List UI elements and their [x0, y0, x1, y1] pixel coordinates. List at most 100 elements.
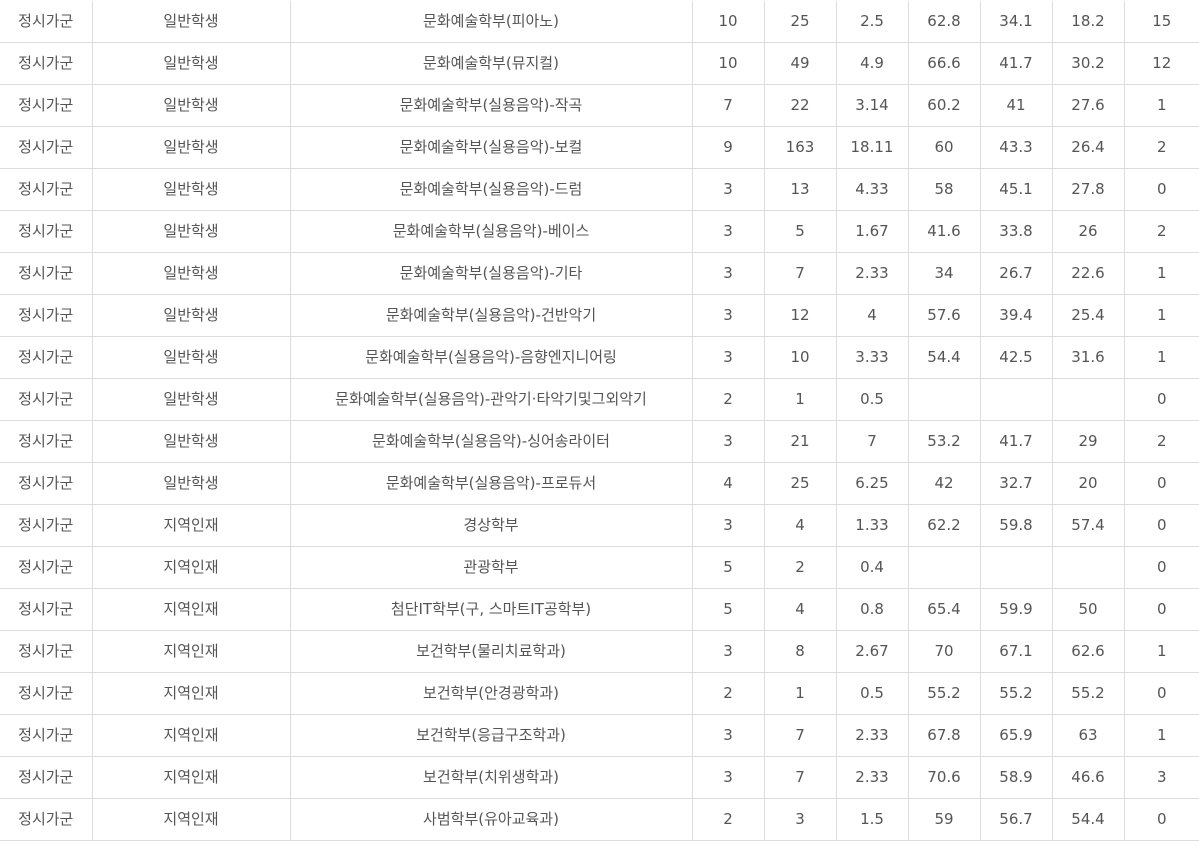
- cell-additional-pass: 1: [1124, 294, 1199, 337]
- cell-quota: 3: [692, 210, 765, 253]
- table-body: 정시가군 일반학생 문화예술학부(피아노) 10 25 2.5 62.8 34.1 18.2 15…: [0, 1, 1199, 841]
- cell-score-avg: 41.7: [980, 420, 1053, 463]
- cell-score-avg: 67.1: [980, 630, 1053, 673]
- cell-applicants: 10: [764, 336, 837, 379]
- table-row: 정시가군 지역인재 보건학부(치위생학과) 3 7 2.33 70.6 58.9 46.6 3: [0, 756, 1199, 799]
- cell-competition-rate: 18.11: [836, 126, 909, 169]
- cell-applicants: 4: [764, 504, 837, 547]
- cell-quota: 2: [692, 672, 765, 715]
- cell-quota: 3: [692, 168, 765, 211]
- cell-department: 보건학부(응급구조학과): [290, 714, 693, 757]
- cell-admission-type: 정시가군: [0, 336, 93, 379]
- cell-applicant-category: 지역인재: [92, 630, 291, 673]
- table-row: 정시가군 지역인재 보건학부(응급구조학과) 3 7 2.33 67.8 65.9 63 1: [0, 714, 1199, 757]
- cell-applicants: 25: [764, 1, 837, 43]
- cell-applicants: 4: [764, 588, 837, 631]
- cell-score-max: 65.4: [908, 588, 981, 631]
- cell-applicants: 7: [764, 252, 837, 295]
- table-row: 정시가군 일반학생 문화예술학부(실용음악)-기타 3 7 2.33 34 26.7 22.6 1: [0, 252, 1199, 295]
- cell-score-avg: 43.3: [980, 126, 1053, 169]
- cell-applicants: 5: [764, 210, 837, 253]
- cell-additional-pass: 1: [1124, 84, 1199, 127]
- table-row: 정시가군 일반학생 문화예술학부(실용음악)-프로듀서 4 25 6.25 42 32.7 20…: [0, 462, 1199, 505]
- cell-applicant-category: 일반학생: [92, 420, 291, 463]
- cell-additional-pass: 0: [1124, 672, 1199, 715]
- cell-applicants: 8: [764, 630, 837, 673]
- cell-quota: 7: [692, 84, 765, 127]
- cell-score-min: 54.4: [1052, 798, 1125, 841]
- cell-applicant-category: 지역인재: [92, 756, 291, 799]
- cell-score-avg: 59.9: [980, 588, 1053, 631]
- cell-score-max: 62.2: [908, 504, 981, 547]
- cell-department: 문화예술학부(실용음악)-베이스: [290, 210, 693, 253]
- cell-score-max: 59: [908, 798, 981, 841]
- cell-score-max: 60.2: [908, 84, 981, 127]
- cell-competition-rate: 4.9: [836, 42, 909, 85]
- cell-admission-type: 정시가군: [0, 168, 93, 211]
- cell-score-avg: 33.8: [980, 210, 1053, 253]
- cell-admission-type: 정시가군: [0, 462, 93, 505]
- cell-department: 문화예술학부(실용음악)-건반악기: [290, 294, 693, 337]
- cell-score-avg: 56.7: [980, 798, 1053, 841]
- cell-score-min: 26.4: [1052, 126, 1125, 169]
- cell-applicant-category: 일반학생: [92, 126, 291, 169]
- cell-score-max: 54.4: [908, 336, 981, 379]
- cell-competition-rate: 2.33: [836, 714, 909, 757]
- cell-quota: 4: [692, 462, 765, 505]
- cell-admission-type: 정시가군: [0, 294, 93, 337]
- cell-score-max: 70.6: [908, 756, 981, 799]
- cell-admission-type: 정시가군: [0, 630, 93, 673]
- cell-department: 보건학부(안경광학과): [290, 672, 693, 715]
- table-row: 정시가군 일반학생 문화예술학부(실용음악)-건반악기 3 12 4 57.6 39.4 25.…: [0, 294, 1199, 337]
- cell-competition-rate: 0.5: [836, 378, 909, 421]
- cell-admission-type: 정시가군: [0, 756, 93, 799]
- cell-score-max: [908, 546, 981, 589]
- cell-department: 보건학부(물리치료학과): [290, 630, 693, 673]
- cell-competition-rate: 7: [836, 420, 909, 463]
- cell-quota: 10: [692, 42, 765, 85]
- table-row: 정시가군 지역인재 보건학부(물리치료학과) 3 8 2.67 70 67.1 62.6 1: [0, 630, 1199, 673]
- cell-competition-rate: 2.5: [836, 1, 909, 43]
- cell-score-min: 22.6: [1052, 252, 1125, 295]
- cell-score-min: 25.4: [1052, 294, 1125, 337]
- cell-department: 문화예술학부(실용음악)-드럼: [290, 168, 693, 211]
- cell-quota: 5: [692, 588, 765, 631]
- cell-applicant-category: 일반학생: [92, 252, 291, 295]
- cell-additional-pass: 1: [1124, 714, 1199, 757]
- cell-competition-rate: 2.67: [836, 630, 909, 673]
- table-row: 정시가군 지역인재 사범학부(유아교육과) 2 3 1.5 59 56.7 54.4 0: [0, 798, 1199, 841]
- cell-score-min: 55.2: [1052, 672, 1125, 715]
- table-row: 정시가군 일반학생 문화예술학부(피아노) 10 25 2.5 62.8 34.1 18.2 15: [0, 1, 1199, 43]
- cell-score-avg: 39.4: [980, 294, 1053, 337]
- cell-score-min: 46.6: [1052, 756, 1125, 799]
- cell-applicant-category: 지역인재: [92, 798, 291, 841]
- cell-applicants: 3: [764, 798, 837, 841]
- cell-admission-type: 정시가군: [0, 378, 93, 421]
- cell-applicant-category: 지역인재: [92, 546, 291, 589]
- cell-quota: 3: [692, 756, 765, 799]
- cell-score-min: 62.6: [1052, 630, 1125, 673]
- cell-score-avg: 26.7: [980, 252, 1053, 295]
- cell-additional-pass: 0: [1124, 378, 1199, 421]
- cell-score-avg: 45.1: [980, 168, 1053, 211]
- cell-score-max: [908, 378, 981, 421]
- cell-quota: 3: [692, 630, 765, 673]
- cell-admission-type: 정시가군: [0, 420, 93, 463]
- cell-applicants: 12: [764, 294, 837, 337]
- cell-competition-rate: 0.4: [836, 546, 909, 589]
- table-row: 정시가군 지역인재 관광학부 5 2 0.4 0: [0, 546, 1199, 589]
- cell-competition-rate: 2.33: [836, 756, 909, 799]
- cell-score-avg: 32.7: [980, 462, 1053, 505]
- table-row: 정시가군 일반학생 문화예술학부(실용음악)-작곡 7 22 3.14 60.2 41 27.6…: [0, 84, 1199, 127]
- cell-additional-pass: 12: [1124, 42, 1199, 85]
- cell-applicant-category: 지역인재: [92, 504, 291, 547]
- cell-score-min: 27.6: [1052, 84, 1125, 127]
- cell-applicant-category: 일반학생: [92, 84, 291, 127]
- cell-competition-rate: 4.33: [836, 168, 909, 211]
- cell-score-min: 31.6: [1052, 336, 1125, 379]
- cell-applicant-category: 일반학생: [92, 210, 291, 253]
- cell-admission-type: 정시가군: [0, 126, 93, 169]
- admissions-results-table: 정시가군 일반학생 문화예술학부(피아노) 10 25 2.5 62.8 34.1 18.2 15…: [0, 1, 1199, 841]
- cell-additional-pass: 1: [1124, 336, 1199, 379]
- cell-applicants: 1: [764, 378, 837, 421]
